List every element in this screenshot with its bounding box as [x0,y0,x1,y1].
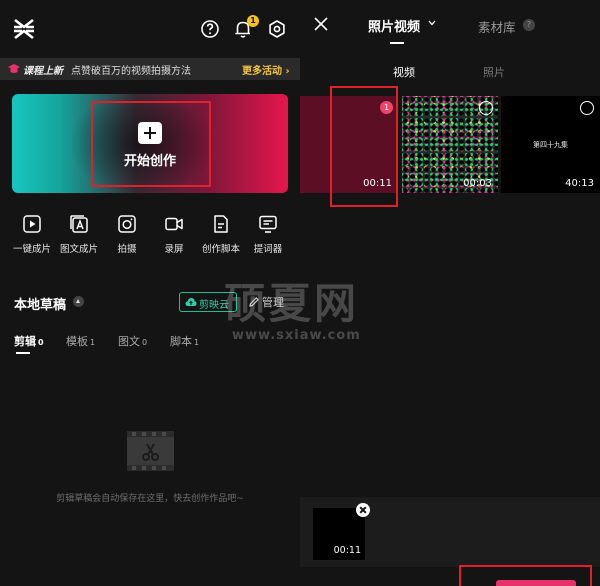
text-image-icon [70,215,88,233]
tool-screen-record[interactable]: 录屏 [147,212,201,256]
script-icon [214,215,228,233]
tab-count: 0 [142,338,148,347]
notification-badge: 1 [247,15,259,27]
tool-label: 创作脚本 [201,244,240,255]
tab-count: 1 [194,338,200,347]
drafts-tab-script[interactable]: 脚本 1 [170,333,199,349]
select-circle-icon[interactable] [479,101,493,115]
watermark-url: www.sxiaw.com [232,328,361,343]
media-duration: 00:11 [333,545,361,556]
cloud-upload-icon [185,298,197,306]
active-tab-underline [390,42,404,44]
subtab-video[interactable]: 视频 [393,64,415,80]
tab-label: 图文 [118,335,140,348]
tab-label: 剪辑 [14,335,36,348]
collapse-caret-icon[interactable] [73,296,84,307]
tool-text-to-video[interactable]: 图文成片 [52,212,106,256]
tool-label: 图文成片 [59,244,98,255]
media-caption: 第四十九集 [533,141,568,149]
watermark: 硕夏网 www.sxiaw.com [224,270,376,343]
top-bar: 1 [0,0,300,56]
media-duration: 40:13 [565,178,594,189]
close-icon[interactable] [313,16,329,32]
media-thumb[interactable]: 第四十九集 40:13 [501,96,600,193]
empty-drafts-message: 剪辑草稿会自动保存在这里，快去创作作品吧~ [56,494,244,504]
drafts-tab-text-image[interactable]: 图文 0 [118,333,147,349]
media-duration: 00:03 [463,178,492,189]
video-record-icon [165,217,183,231]
tool-shoot[interactable]: 拍摄 [100,212,154,256]
highlight-box-selected-media [330,86,398,207]
selected-media-thumb[interactable]: 00:11 [313,508,365,560]
capcut-logo-icon [14,18,34,40]
local-drafts-title: 本地草稿 [14,298,67,313]
tool-label: 拍摄 [117,244,137,255]
tab-photos-videos[interactable]: 照片视频 [368,16,420,35]
chevron-down-icon[interactable] [428,20,436,26]
drafts-tab-edit[interactable]: 剪辑 0 [14,333,44,349]
promo-banner[interactable]: 课程上新 点赞破百万的视频拍摄方法 更多活动 › [0,58,300,80]
tool-creative-script[interactable]: 创作脚本 [194,212,248,256]
settings-gear-icon[interactable] [267,19,287,39]
remove-selected-icon[interactable] [356,503,370,517]
subtab-photo[interactable]: 照片 [483,64,505,80]
tool-label: 提词器 [253,244,283,255]
watermark-title: 硕夏网 [224,279,360,328]
select-circle-icon[interactable] [580,101,594,115]
drafts-tab-template[interactable]: 模板 1 [66,333,95,349]
graduation-cap-icon [8,64,20,73]
tool-label: 录屏 [164,244,184,255]
help-icon[interactable] [200,19,220,39]
library-help-icon[interactable]: ? [523,19,535,31]
teleprompter-icon [259,215,277,233]
more-activities-link[interactable]: 更多活动 › [242,62,290,77]
highlight-box-create [91,101,211,187]
banner-message: 点赞破百万的视频拍摄方法 [71,66,191,77]
media-thumb[interactable]: 00:03 [402,96,498,193]
tool-teleprompter[interactable]: 提词器 [241,212,295,256]
banner-tag: 课程上新 [23,66,63,77]
camera-icon [118,215,136,233]
tab-count: 0 [38,338,44,347]
tool-one-click-video[interactable]: 一键成片 [5,212,59,256]
tab-count: 1 [90,338,96,347]
play-square-icon [23,215,41,233]
empty-film-scissors-icon [127,431,174,471]
tab-label: 脚本 [170,335,192,348]
highlight-box-add-button [459,565,592,586]
tool-label: 一键成片 [12,244,51,255]
tab-label: 模板 [66,335,88,348]
tab-material-library[interactable]: 素材库 [478,17,516,36]
active-tab-underline [16,352,30,354]
